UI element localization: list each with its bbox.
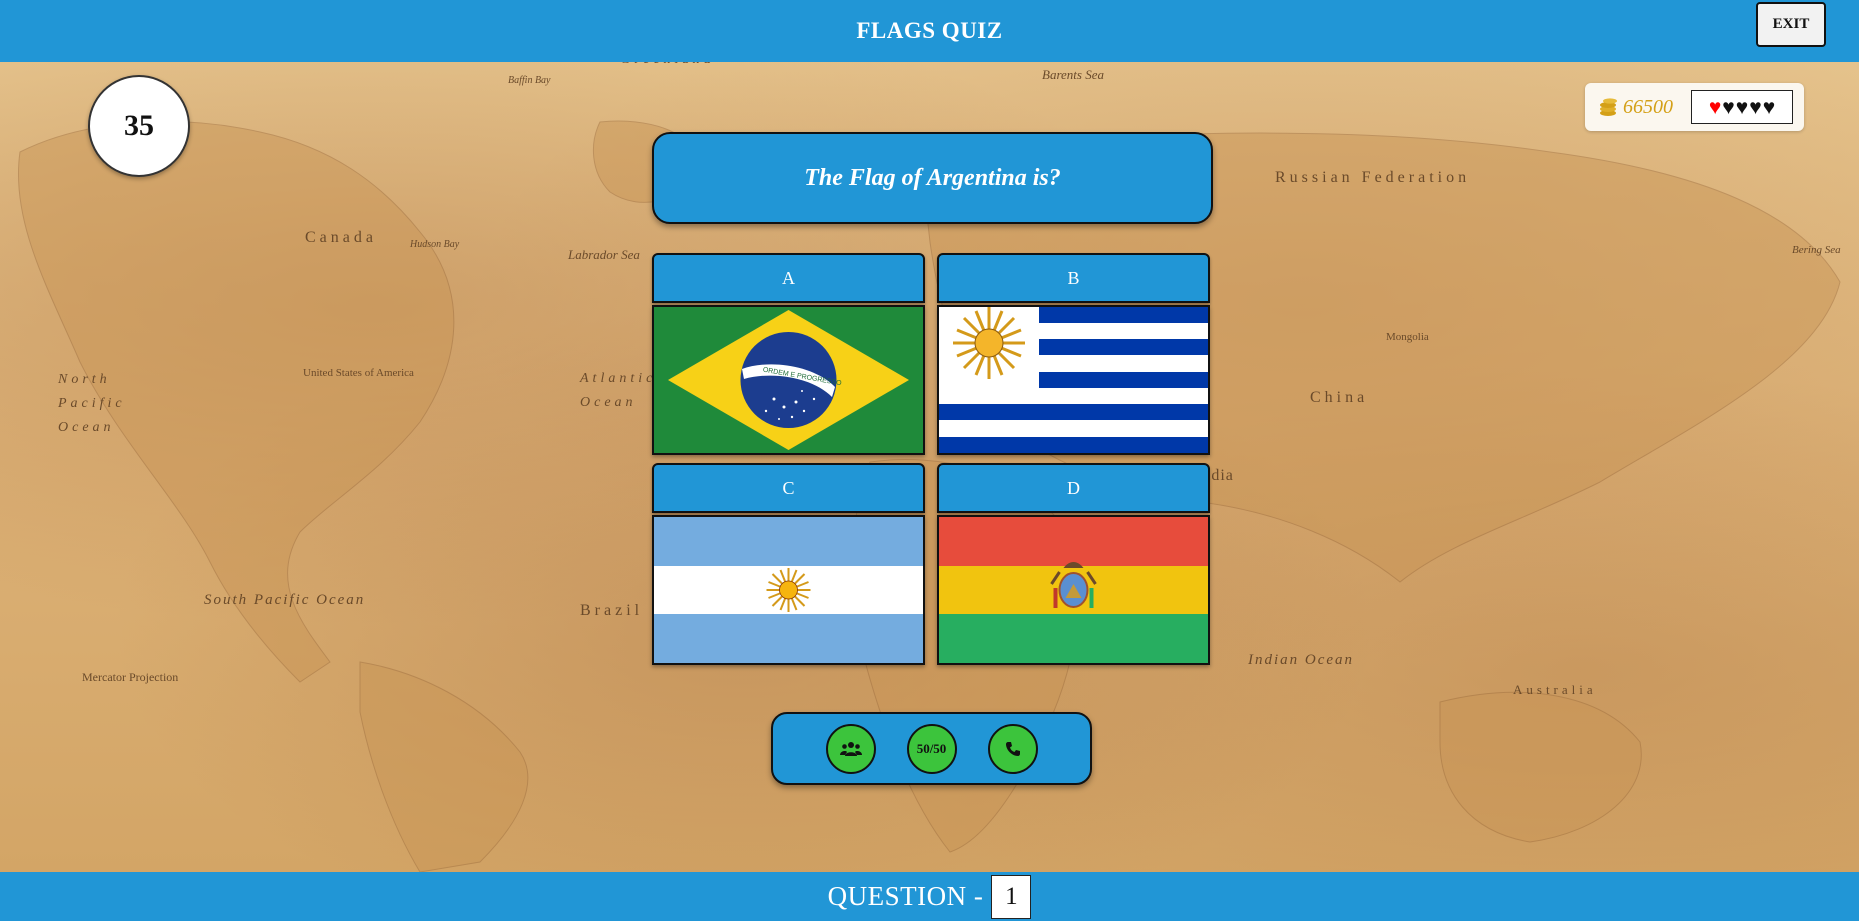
option-b[interactable]: B [937,253,1210,455]
coin-balance: 66500 [1597,96,1673,119]
map-label-russia: Russian Federation [1275,169,1471,186]
bolivia-flag[interactable] [937,515,1210,665]
exit-button[interactable]: EXIT [1756,2,1826,47]
map-label-baffin-bay: Baffin Bay [508,75,551,86]
heart-lost-icon: ♥ [1762,94,1776,119]
map-label-mercator: Mercator Projection [82,670,179,684]
option-d-label[interactable]: D [937,463,1210,513]
map-label-bering-sea: Bering Sea [1792,244,1841,256]
question-counter-label: QUESTION - [827,881,984,911]
option-b-label[interactable]: B [937,253,1210,303]
coins-icon [1600,98,1617,116]
map-label-china: China [1310,389,1369,406]
phone-friend-button[interactable] [987,723,1038,774]
page-title: FLAGS QUIZ [856,18,1003,43]
map-label-south-pacific: South Pacific Ocean [204,592,366,608]
option-a-label[interactable]: A [652,253,925,303]
top-bar: FLAGS QUIZ EXIT [0,0,1859,62]
map-label-barents-sea: Barents Sea [1042,67,1104,82]
timer-counter: 35 [88,75,190,177]
map-label-hudson-bay: Hudson Bay [410,239,460,250]
heart-lost-icon: ♥ [1735,94,1749,119]
brazil-flag[interactable]: ORDEM E PROGRESSO [652,305,925,455]
question-number: 1 [991,874,1032,919]
ask-audience-button[interactable] [825,723,876,774]
audience-icon [839,741,862,756]
question-text: The Flag of Argentina is? [804,164,1061,191]
status-panel: 66500 ♥ ♥ ♥ ♥ ♥ [1585,83,1804,131]
lives-indicator: ♥ ♥ ♥ ♥ ♥ [1691,90,1793,124]
map-label-indian-ocean: Indian Ocean [1248,652,1355,668]
option-c-label[interactable]: C [652,463,925,513]
heart-lost-icon: ♥ [1749,94,1762,119]
argentina-flag[interactable] [652,515,925,665]
map-label-mongolia: Mongolia [1386,331,1429,343]
question-panel: The Flag of Argentina is? [652,132,1213,224]
option-d[interactable]: D [937,463,1210,665]
map-label-atlantic-north: Atlantic Ocean [580,371,657,410]
map-label-brazil: Brazil [580,602,644,619]
phone-icon [1005,741,1020,756]
bottom-bar: QUESTION - 1 [0,872,1859,921]
map-label-north-pacific-west: North Pacific Ocean [58,372,126,435]
heart-lost-icon: ♥ [1722,94,1735,119]
map-label-canada: Canada [305,229,377,246]
heart-full-icon: ♥ [1708,94,1722,119]
uruguay-flag[interactable] [937,305,1210,455]
option-c[interactable]: C [652,463,925,665]
fifty-fifty-button[interactable]: 50/50 [906,723,957,774]
lifelines-panel: 50/50 [771,712,1092,785]
map-label-usa: United States of America [303,367,414,379]
map-label-australia: Australia [1513,682,1597,697]
coin-amount: 66500 [1623,95,1673,118]
option-a[interactable]: A ORDEM E PROGRESSO [652,253,925,455]
map-label-labrador-sea: Labrador Sea [568,247,640,262]
